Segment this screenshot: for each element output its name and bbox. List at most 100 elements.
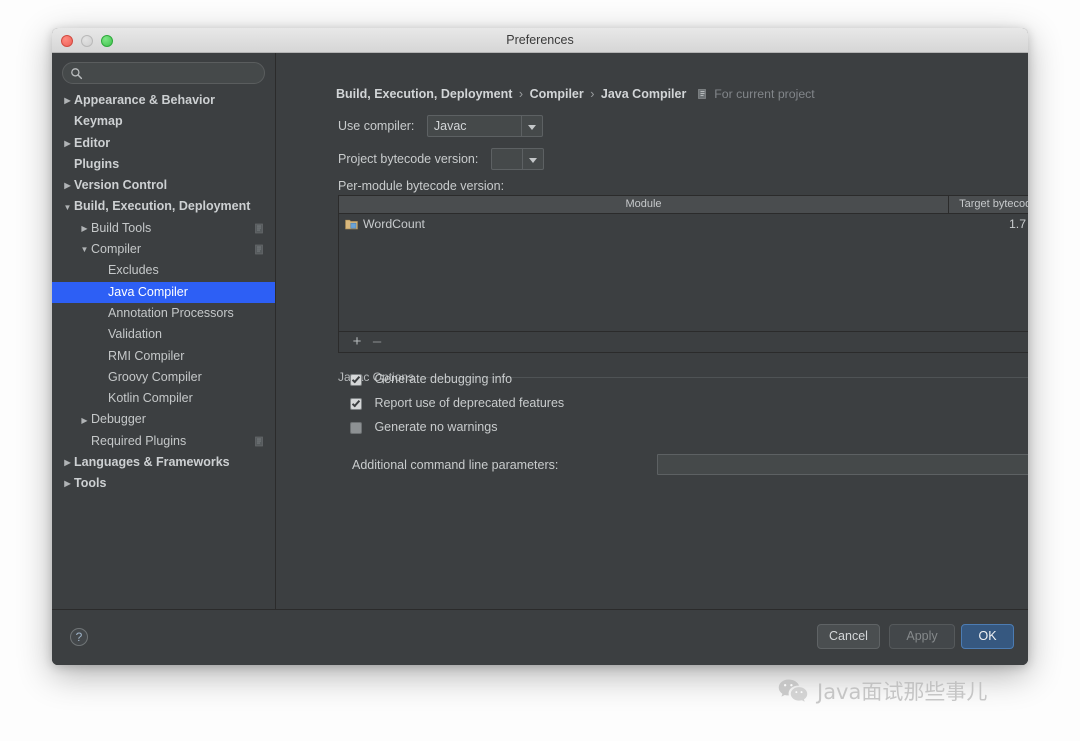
sidebar-item-tools[interactable]: ▶ Tools xyxy=(52,473,275,494)
sidebar-item-annotation-processors[interactable]: Annotation Processors xyxy=(52,303,275,324)
sidebar-item-version-control[interactable]: ▶ Version Control xyxy=(52,175,275,196)
sidebar-item-label: Editor xyxy=(74,135,111,150)
scope-note: For current project xyxy=(697,87,815,101)
sidebar-item-kotlin-compiler[interactable]: Kotlin Compiler xyxy=(52,388,275,409)
sidebar-item-label: Keymap xyxy=(74,114,123,129)
ok-button[interactable]: OK xyxy=(961,624,1014,649)
sidebar-item-build-tools[interactable]: ▶ Build Tools xyxy=(52,218,275,239)
sidebar-item-label: Groovy Compiler xyxy=(108,369,202,384)
sidebar-item-label: Validation xyxy=(108,327,162,342)
sidebar-item-label: Excludes xyxy=(108,263,159,278)
settings-main-panel: Build, Execution, Deployment › Compiler … xyxy=(276,53,1028,609)
checkbox-generate-no-warnings[interactable]: Generate no warnings xyxy=(350,419,497,438)
wechat-icon xyxy=(778,679,808,702)
chevron-down-icon[interactable] xyxy=(520,116,542,136)
column-header-module[interactable]: Module xyxy=(339,196,949,213)
chevron-right-icon[interactable]: ▶ xyxy=(62,473,73,494)
breadcrumb-separator-1: › xyxy=(518,87,524,101)
window-title: Preferences xyxy=(506,33,574,47)
checkbox-label: Report use of deprecated features xyxy=(374,396,565,410)
sidebar-item-keymap[interactable]: Keymap xyxy=(52,111,275,132)
cell-module: WordCount xyxy=(339,217,949,231)
sidebar-item-label: Kotlin Compiler xyxy=(108,391,193,406)
breadcrumb-part-3[interactable]: Java Compiler xyxy=(601,87,686,101)
project-bytecode-row: Project bytecode version: xyxy=(338,148,544,170)
cell-module-name: WordCount xyxy=(363,217,425,231)
sidebar-item-label: Build, Execution, Deployment xyxy=(74,199,251,214)
apply-button[interactable]: Apply xyxy=(889,624,955,649)
checkbox-box[interactable] xyxy=(350,422,362,434)
module-folder-icon xyxy=(345,219,358,230)
chevron-right-icon[interactable]: ▶ xyxy=(79,218,90,239)
search-input[interactable] xyxy=(87,63,256,83)
chevron-down-icon[interactable] xyxy=(521,149,543,169)
breadcrumb-part-2[interactable]: Compiler xyxy=(530,87,584,101)
column-header-target-bytecode[interactable]: Target bytecode version xyxy=(949,196,1028,213)
use-compiler-value: Javac xyxy=(433,119,467,133)
table-row[interactable]: WordCount 1.7 xyxy=(339,214,1028,234)
chevron-right-icon[interactable]: ▶ xyxy=(62,452,73,473)
sidebar-item-excludes[interactable]: Excludes xyxy=(52,260,275,281)
chevron-right-icon[interactable]: ▶ xyxy=(79,410,90,431)
use-compiler-row: Use compiler: Javac xyxy=(338,115,543,137)
sidebar-item-editor[interactable]: ▶ Editor xyxy=(52,133,275,154)
watermark: Java面试那些事儿 xyxy=(778,676,987,706)
use-compiler-dropdown[interactable]: Javac xyxy=(426,115,543,137)
chevron-down-icon[interactable]: ▼ xyxy=(79,239,90,260)
sidebar-item-appearance-behavior[interactable]: ▶ Appearance & Behavior xyxy=(52,90,275,111)
sidebar-item-label: Build Tools xyxy=(91,220,152,235)
sidebar-item-java-compiler[interactable]: Java Compiler xyxy=(52,281,275,303)
help-button[interactable]: ? xyxy=(70,628,88,646)
sidebar-item-label: Languages & Frameworks xyxy=(74,455,230,470)
screen: Preferences ▶ Appearance & Behavior Keyma… xyxy=(0,0,1080,741)
cancel-button[interactable]: Cancel xyxy=(817,624,880,649)
additional-parameters-input[interactable] xyxy=(657,454,1028,475)
breadcrumb-separator-2: › xyxy=(590,87,595,101)
project-bytecode-dropdown[interactable] xyxy=(490,148,544,170)
window-body: ▶ Appearance & Behavior Keymap ▶ Editor Plu… xyxy=(52,53,1028,665)
cell-target-bytecode[interactable]: 1.7 xyxy=(949,217,1028,231)
project-scope-icon xyxy=(255,436,263,447)
sidebar-item-groovy-compiler[interactable]: Groovy Compiler xyxy=(52,367,275,388)
sidebar-item-debugger[interactable]: ▶ Debugger xyxy=(52,409,275,430)
checkbox-report-deprecated[interactable]: Report use of deprecated features xyxy=(350,395,564,414)
checkbox-generate-debugging-info[interactable]: Generate debugging info xyxy=(350,371,512,390)
chevron-right-icon[interactable]: ▶ xyxy=(62,175,73,196)
add-module-button[interactable]: + xyxy=(349,334,365,350)
window-titlebar: Preferences xyxy=(52,28,1028,53)
sidebar-item-label: Required Plugins xyxy=(91,433,187,448)
sidebar-item-validation[interactable]: Validation xyxy=(52,324,275,345)
sidebar-item-plugins[interactable]: Plugins xyxy=(52,154,275,175)
sidebar-item-label: Debugger xyxy=(91,412,146,427)
sidebar-item-required-plugins[interactable]: Required Plugins xyxy=(52,431,275,452)
chevron-down-icon[interactable]: ▼ xyxy=(62,197,73,218)
checkbox-box[interactable] xyxy=(350,374,362,386)
sidebar-item-languages-frameworks[interactable]: ▶ Languages & Frameworks xyxy=(52,452,275,473)
breadcrumb-part-1[interactable]: Build, Execution, Deployment xyxy=(336,87,512,101)
sidebar-item-label: Appearance & Behavior xyxy=(74,93,216,108)
checkbox-box[interactable] xyxy=(350,398,362,410)
table-toolbar: + – xyxy=(338,332,1028,353)
chevron-right-icon[interactable]: ▶ xyxy=(62,90,73,111)
sidebar-item-build-execution-deployment[interactable]: ▼ Build, Execution, Deployment xyxy=(52,196,275,217)
additional-parameters-row: Additional command line parameters: xyxy=(352,454,1028,476)
remove-module-button[interactable]: – xyxy=(369,334,385,350)
chevron-right-icon[interactable]: ▶ xyxy=(62,133,73,154)
settings-sidebar: ▶ Appearance & Behavior Keymap ▶ Editor Plu… xyxy=(52,53,276,609)
sidebar-item-compiler[interactable]: ▼ Compiler xyxy=(52,239,275,260)
sidebar-item-rmi-compiler[interactable]: RMI Compiler xyxy=(52,346,275,367)
dialog-footer: ? Cancel Apply OK xyxy=(52,609,1028,665)
settings-tree: ▶ Appearance & Behavior Keymap ▶ Editor Plu… xyxy=(52,90,275,495)
sidebar-item-label: Version Control xyxy=(74,178,168,193)
project-bytecode-label: Project bytecode version: xyxy=(338,152,479,166)
search-box[interactable] xyxy=(62,62,265,84)
project-scope-icon xyxy=(255,223,263,234)
project-scope-icon xyxy=(255,244,263,255)
sidebar-item-label: Java Compiler xyxy=(108,284,188,299)
